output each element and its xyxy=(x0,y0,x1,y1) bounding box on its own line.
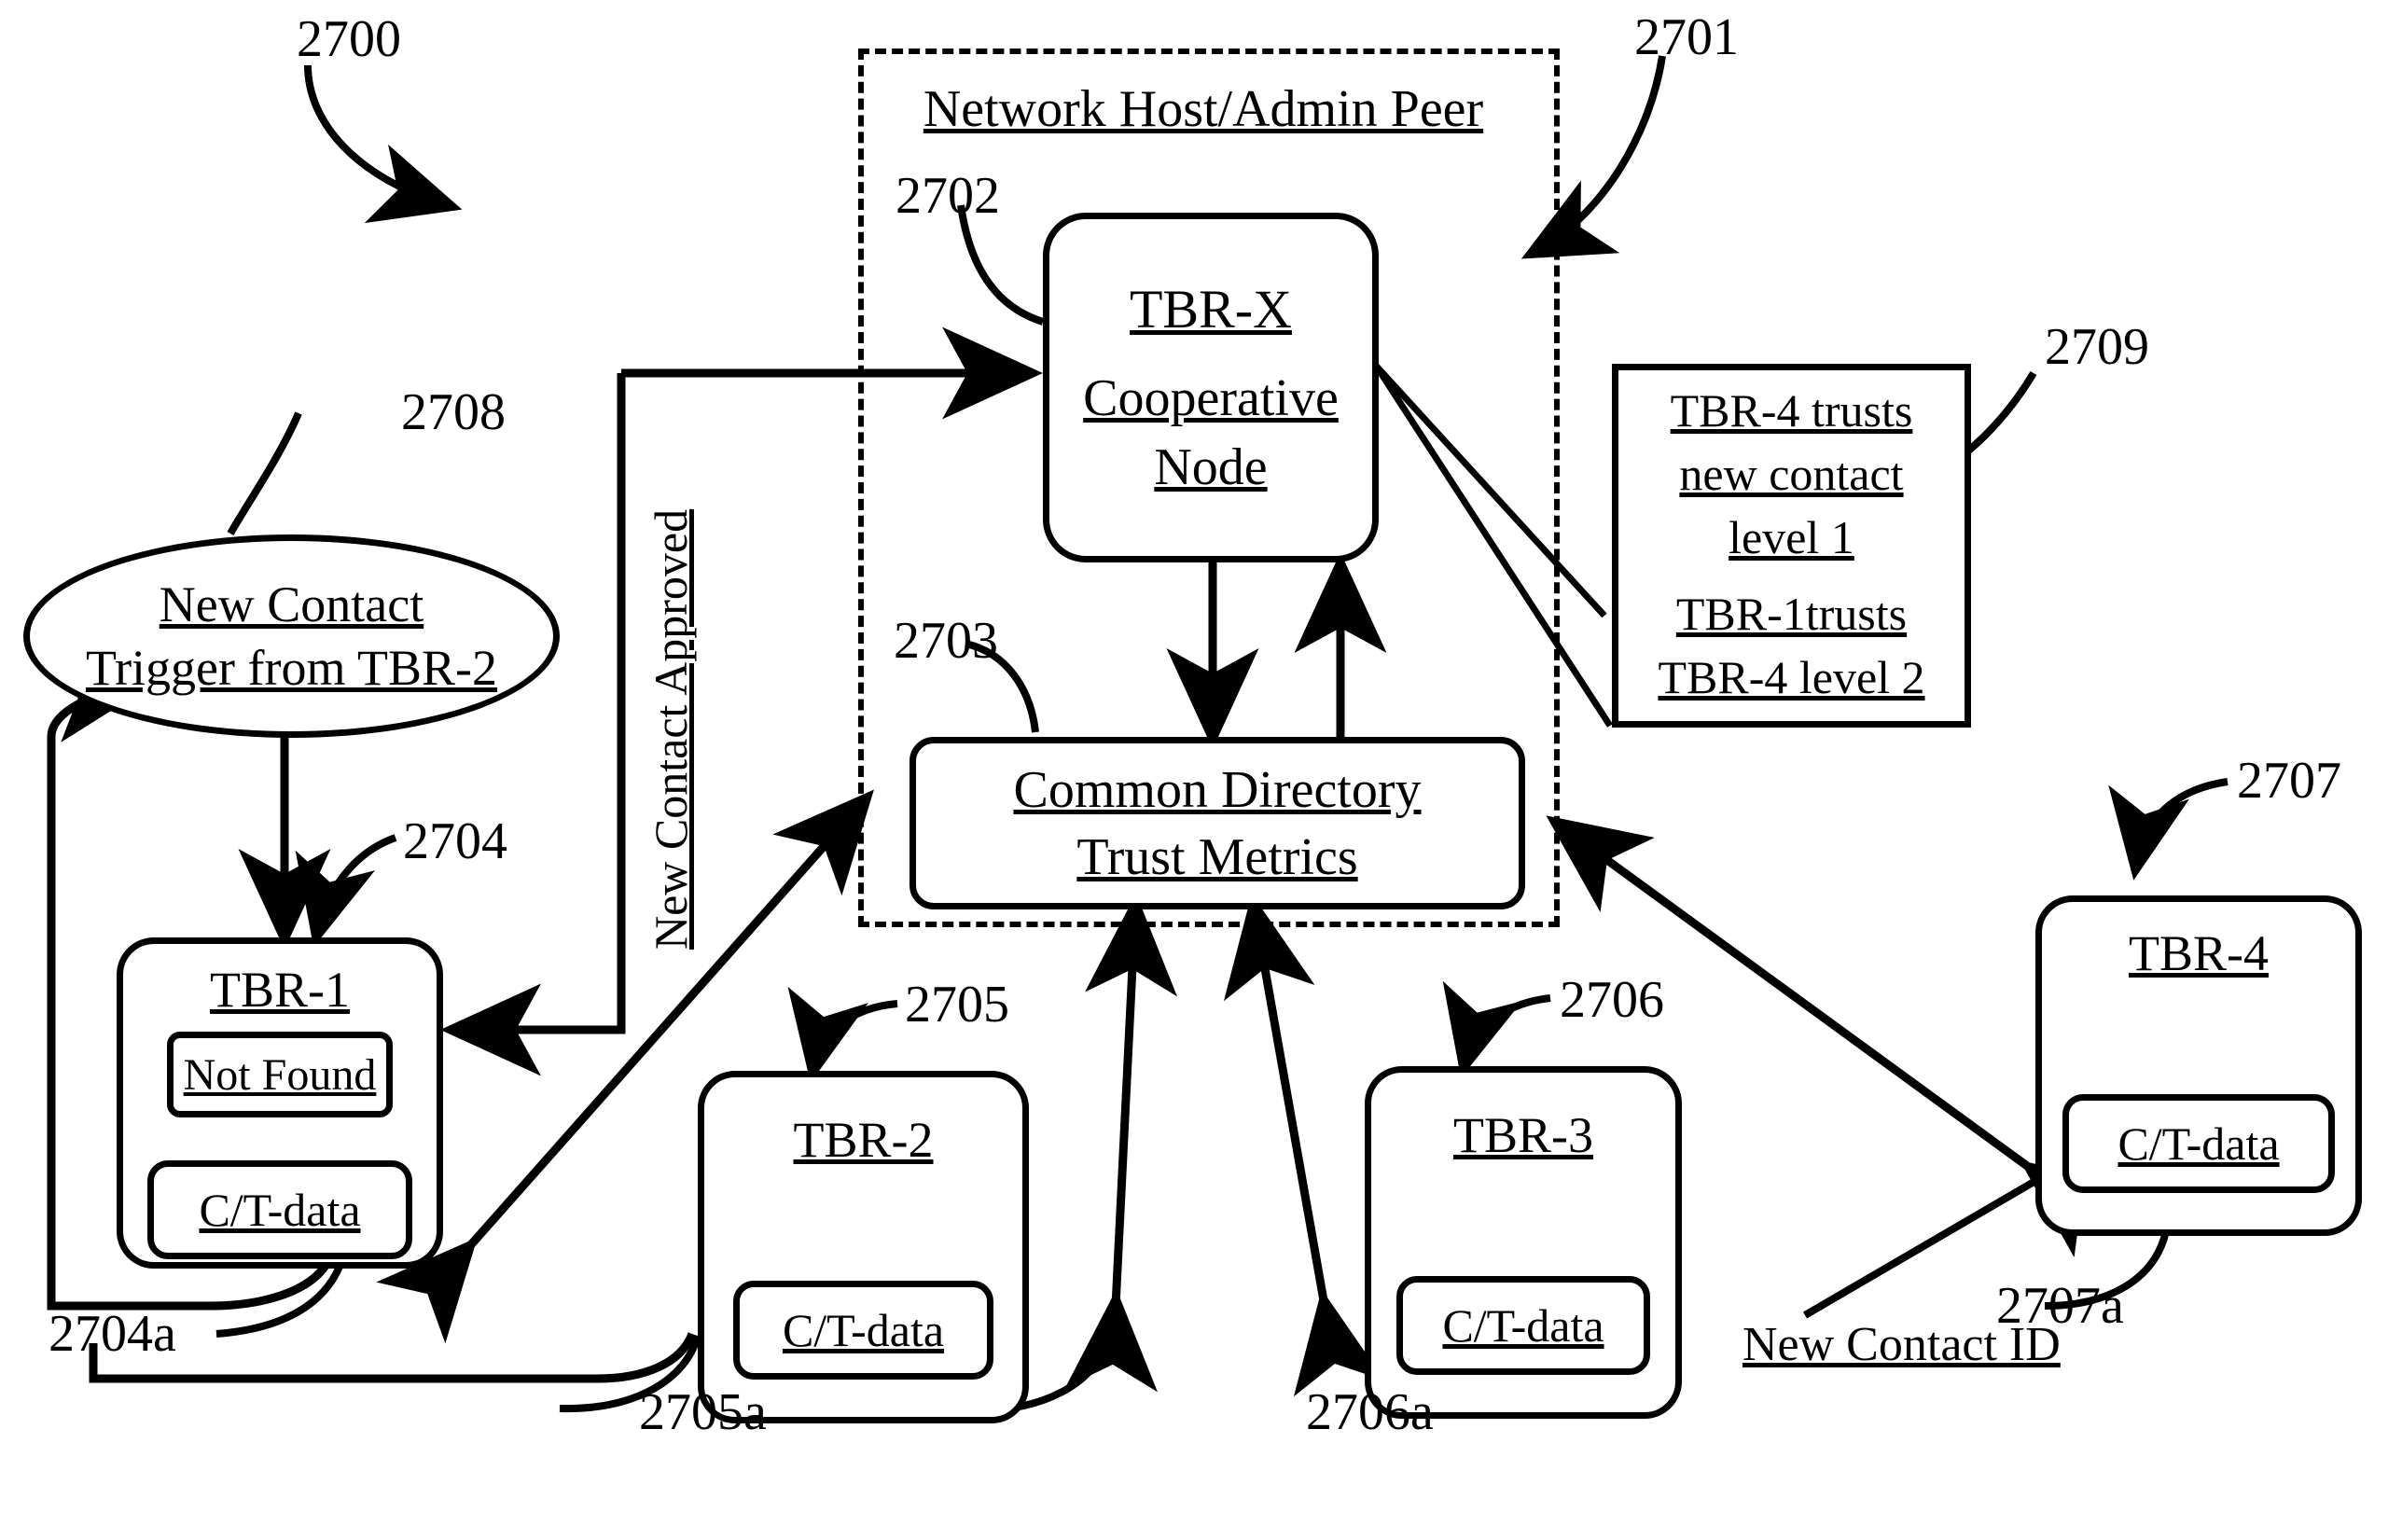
tbr-3-title: TBR-3 xyxy=(1452,1107,1593,1163)
leader-2705 xyxy=(787,986,898,1083)
leader-2708 xyxy=(227,411,302,535)
node-trust-note: TBR-4 trusts new contact level 1 TBR-1tr… xyxy=(1612,364,1971,728)
trigger-line-2: Trigger from TBR-2 xyxy=(85,640,498,696)
tbr-3-data-box[interactable]: C/T-data xyxy=(1396,1276,1650,1375)
node-new-contact-trigger[interactable]: New Contact Trigger from TBR-2 xyxy=(23,534,560,738)
ref-2701: 2701 xyxy=(1634,8,1739,66)
ref-2704a: 2704a xyxy=(49,1305,176,1363)
trust-note-line-1: TBR-4 trusts xyxy=(1670,384,1913,437)
trigger-line-1: New Contact xyxy=(159,576,424,632)
patent-figure-2700: Network Host/Admin Peer TBR-X Cooperativ… xyxy=(0,0,2402,1540)
leader-2700 xyxy=(304,64,463,224)
ref-2705: 2705 xyxy=(905,976,1009,1034)
ref-2707: 2707 xyxy=(2237,752,2341,810)
tbr-x-subtitle-2: Node xyxy=(1154,438,1268,496)
trust-note-line-5: TBR-4 level 2 xyxy=(1658,651,1925,703)
ref-2702: 2702 xyxy=(896,167,1000,225)
tbr-1-title: TBR-1 xyxy=(209,962,350,1018)
tbr-4-title: TBR-4 xyxy=(2128,925,2269,981)
node-tbr-2[interactable]: TBR-2 C/T-data xyxy=(698,1071,1029,1423)
container-title: Network Host/Admin Peer xyxy=(923,80,1484,138)
tbr-2-data-label: C/T-data xyxy=(782,1304,945,1356)
tbr-2-data-box[interactable]: C/T-data xyxy=(733,1281,993,1380)
ref-2708: 2708 xyxy=(401,383,506,441)
ref-2706a: 2706a xyxy=(1306,1383,1434,1441)
node-tbr-4[interactable]: TBR-4 C/T-data xyxy=(2035,895,2362,1236)
tbr-1-status-label: Not Found xyxy=(183,1049,377,1100)
directory-title: Common Directory xyxy=(1013,760,1422,819)
node-tbr-1[interactable]: TBR-1 Not Found C/T-data xyxy=(117,937,443,1269)
tbr-4-data-box[interactable]: C/T-data xyxy=(2062,1094,2335,1193)
ref-2705a: 2705a xyxy=(639,1383,767,1441)
node-tbr-x[interactable]: TBR-X Cooperative Node xyxy=(1043,213,1379,562)
ref-2709: 2709 xyxy=(2045,318,2149,376)
tbr-1-status-box: Not Found xyxy=(167,1032,393,1117)
tbr-3-data-label: C/T-data xyxy=(1442,1299,1604,1352)
edge-directory-tbr3 xyxy=(1223,894,1385,1397)
ref-2704: 2704 xyxy=(403,812,507,870)
tbr-x-subtitle-1: Cooperative xyxy=(1083,369,1339,427)
ref-2707a: 2707a xyxy=(1996,1277,2124,1335)
tbr-1-data-label: C/T-data xyxy=(199,1184,361,1236)
leader-2706 xyxy=(1442,980,1551,1078)
leader-2704 xyxy=(295,834,397,948)
trust-note-line-4: TBR-1trusts xyxy=(1675,588,1908,640)
node-common-directory[interactable]: Common Directory Trust Metrics xyxy=(909,737,1525,909)
edge-tbr2-data-loop xyxy=(89,1332,697,1383)
ref-2706: 2706 xyxy=(1560,971,1664,1029)
tbr-4-data-label: C/T-data xyxy=(2117,1117,2280,1170)
directory-subtitle: Trust Metrics xyxy=(1076,827,1358,886)
ref-2700: 2700 xyxy=(297,10,401,68)
trust-note-line-2: new contact xyxy=(1679,448,1904,500)
tbr-1-data-box[interactable]: C/T-data xyxy=(147,1160,412,1259)
edge-directory-tbr2 xyxy=(1065,894,1177,1393)
leader-2707 xyxy=(2108,778,2228,881)
trust-note-line-3: level 1 xyxy=(1729,511,1854,563)
tbr-x-title: TBR-X xyxy=(1130,279,1292,340)
ref-2703: 2703 xyxy=(894,612,998,670)
edge-label-new-contact-approved: New Contact Approved xyxy=(645,508,697,950)
tbr-2-title: TBR-2 xyxy=(793,1112,934,1168)
node-tbr-3[interactable]: TBR-3 C/T-data xyxy=(1365,1066,1682,1419)
